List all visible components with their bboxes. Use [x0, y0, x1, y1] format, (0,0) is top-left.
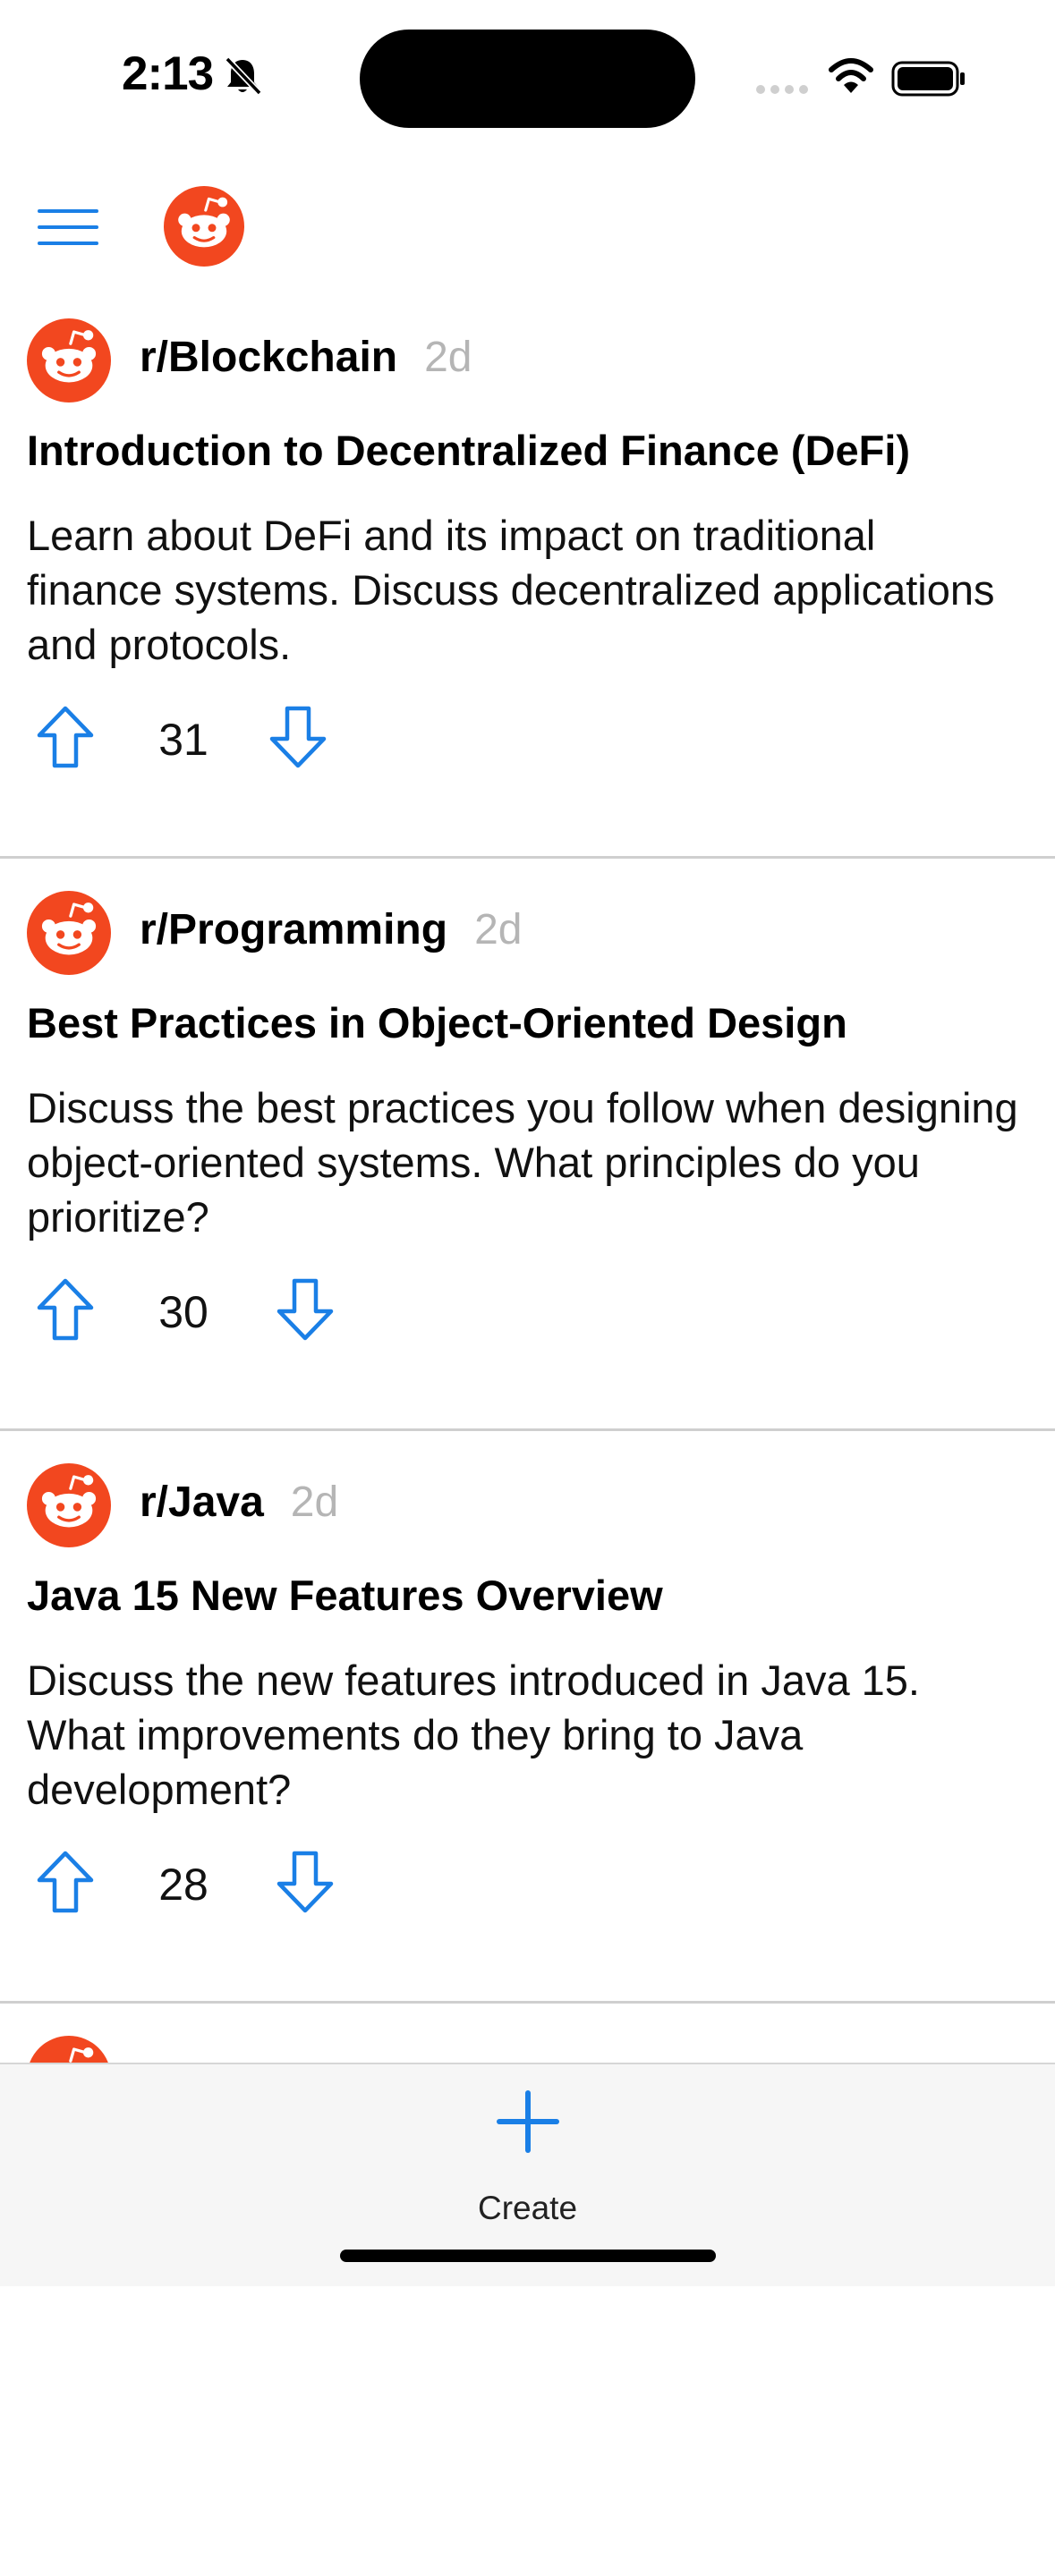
post-card[interactable]: r/Programming 2d Best Practices in Object… — [0, 859, 1055, 1431]
upvote-arrow-icon[interactable] — [36, 1850, 95, 1914]
dynamic-island — [360, 30, 695, 128]
post-body: Learn about DeFi and its impact on tradi… — [27, 512, 995, 668]
nav-bar — [0, 170, 1055, 286]
vote-score: 28 — [158, 1860, 208, 1910]
vote-score: 30 — [158, 1287, 208, 1337]
subreddit-header: r/Blockchain 2d — [140, 333, 472, 382]
wifi-icon — [829, 58, 873, 93]
post-age: 2d — [424, 334, 472, 381]
post-title: Best Practices in Object-Oriented Design — [27, 999, 847, 1046]
upvote-arrow-icon[interactable] — [36, 1277, 95, 1342]
post-body: Discuss the best practices you follow wh… — [27, 1084, 1018, 1241]
signal-icon — [756, 85, 808, 94]
status-bar: 2:13 — [0, 0, 1055, 152]
upvote-arrow-icon[interactable] — [36, 705, 95, 769]
vote-score: 31 — [158, 715, 208, 765]
downvote-arrow-icon[interactable] — [276, 1277, 335, 1342]
post-age: 2d — [290, 1479, 339, 1526]
subreddit-avatar-icon — [27, 891, 111, 975]
create-tab-label[interactable]: Create — [0, 2190, 1055, 2227]
subreddit-name[interactable]: r/Programming — [140, 906, 447, 953]
post-title: Introduction to Decentralized Finance (D… — [27, 427, 911, 474]
menu-icon[interactable] — [36, 204, 100, 250]
downvote-arrow-icon[interactable] — [276, 1850, 335, 1914]
subreddit-name[interactable]: r/Blockchain — [140, 334, 397, 381]
subreddit-avatar-icon — [27, 1463, 111, 1547]
post-title: Java 15 New Features Overview — [27, 1572, 663, 1619]
plus-icon[interactable] — [496, 2089, 560, 2154]
home-indicator — [340, 2250, 716, 2262]
post-card[interactable]: r/Java 2d Java 15 New Features Overview D… — [0, 1431, 1055, 2004]
subreddit-avatar-icon — [27, 318, 111, 402]
reddit-logo-icon — [164, 186, 244, 267]
post-age: 2d — [474, 906, 523, 953]
battery-icon — [891, 61, 965, 97]
subreddit-name[interactable]: r/Java — [140, 1479, 264, 1526]
post-body: Discuss the new features introduced in J… — [27, 1657, 920, 1813]
post-card[interactable]: r/Blockchain 2d Introduction to Decentral… — [0, 286, 1055, 859]
downvote-arrow-icon[interactable] — [268, 705, 328, 769]
bell-slash-icon — [225, 56, 262, 96]
status-time: 2:13 — [122, 47, 214, 100]
subreddit-header: r/Programming 2d — [140, 905, 522, 954]
subreddit-header: r/Java 2d — [140, 1478, 338, 1527]
